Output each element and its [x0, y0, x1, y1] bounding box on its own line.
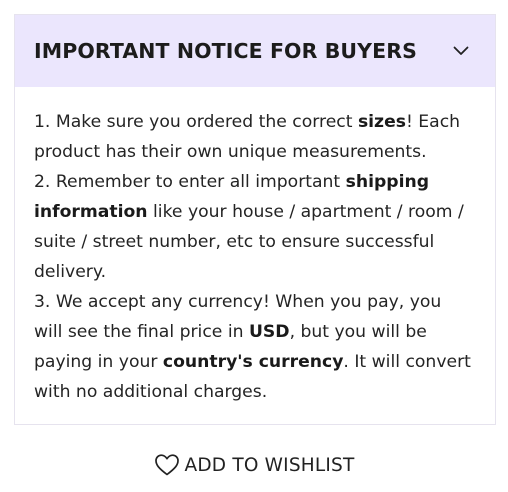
- notice-text: delivery.: [34, 262, 107, 282]
- notice-line: product has their own unique measurement…: [34, 137, 485, 167]
- notice-text: , but you will be: [289, 322, 427, 342]
- notice-emphasis: shipping: [345, 172, 430, 192]
- notice-line: delivery.: [34, 257, 485, 287]
- notice-body: 1. Make sure you ordered the correct siz…: [15, 87, 495, 424]
- notice-emphasis: country's currency: [162, 352, 344, 372]
- important-notice-accordion: IMPORTANT NOTICE FOR BUYERS 1. Make sure…: [14, 14, 496, 425]
- notice-line: 2. Remember to enter all important shipp…: [34, 167, 485, 197]
- chevron-down-icon[interactable]: [451, 41, 471, 61]
- notice-text: 1. Make sure you ordered the correct: [34, 112, 358, 132]
- accordion-title: IMPORTANT NOTICE FOR BUYERS: [34, 39, 417, 63]
- notice-text: ! Each: [405, 112, 461, 132]
- notice-text: 3. We accept any currency! When you pay,…: [34, 292, 442, 312]
- notice-line: 1. Make sure you ordered the correct siz…: [34, 107, 485, 137]
- notice-line: with no additional charges.: [34, 377, 485, 407]
- notice-text: paying in your: [34, 352, 163, 372]
- notice-emphasis: information: [34, 202, 148, 222]
- heart-icon: [154, 453, 180, 477]
- notice-text: product has their own unique measurement…: [34, 142, 427, 162]
- notice-text: with no additional charges.: [34, 382, 268, 402]
- notice-line: 3. We accept any currency! When you pay,…: [34, 287, 485, 317]
- notice-emphasis: USD: [248, 322, 290, 342]
- notice-text: . It will convert: [343, 352, 471, 372]
- notice-line: information like your house / apartment …: [34, 197, 485, 227]
- notice-line: suite / street number, etc to ensure suc…: [34, 227, 485, 257]
- notice-text: like your house / apartment / room /: [147, 202, 464, 222]
- add-to-wishlist-button[interactable]: ADD TO WISHLIST: [0, 448, 508, 482]
- notice-emphasis: sizes: [357, 112, 406, 132]
- notice-text: will see the final price in: [34, 322, 249, 342]
- notice-text: 2. Remember to enter all important: [34, 172, 346, 192]
- notice-line: will see the final price in USD, but you…: [34, 317, 485, 347]
- accordion-header[interactable]: IMPORTANT NOTICE FOR BUYERS: [15, 15, 495, 87]
- wishlist-label: ADD TO WISHLIST: [184, 454, 355, 476]
- notice-line: paying in your country's currency. It wi…: [34, 347, 485, 377]
- notice-text: suite / street number, etc to ensure suc…: [34, 232, 435, 252]
